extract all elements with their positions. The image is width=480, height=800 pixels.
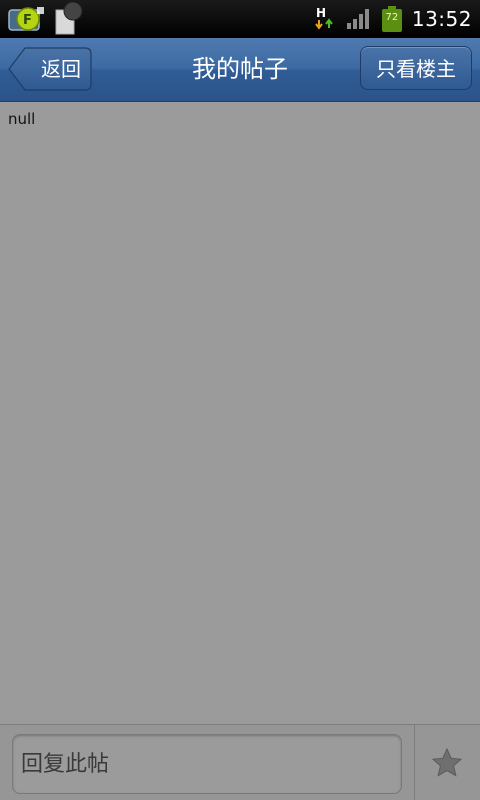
signal-strength-icon [346,8,372,30]
svg-text:F: F [23,13,32,28]
file-notification-icon [54,1,84,36]
star-icon [431,747,463,777]
status-clock: 13:52 [411,7,472,31]
battery-icon: 72 [381,6,402,32]
app-notification-icon: F [8,5,46,33]
reply-input[interactable] [12,734,402,794]
system-icons: H 72 13:52 [314,2,472,36]
svg-text:H: H [316,6,326,20]
back-button[interactable]: 返回 [8,47,92,91]
post-content-text: null [8,110,36,128]
only-landlord-button[interactable]: 只看楼主 [360,46,472,90]
notification-area: F [8,1,84,36]
reply-bar [0,724,480,800]
back-button-label: 返回 [41,57,81,81]
favorite-button[interactable] [415,725,480,800]
status-bar: F H 72 13:52 [0,0,480,38]
title-bar: 我的帖子 返回 只看楼主 [0,38,480,102]
data-transfer-icon: H [314,5,336,33]
post-content-area: null [0,102,480,724]
battery-level-text: 72 [385,12,399,23]
